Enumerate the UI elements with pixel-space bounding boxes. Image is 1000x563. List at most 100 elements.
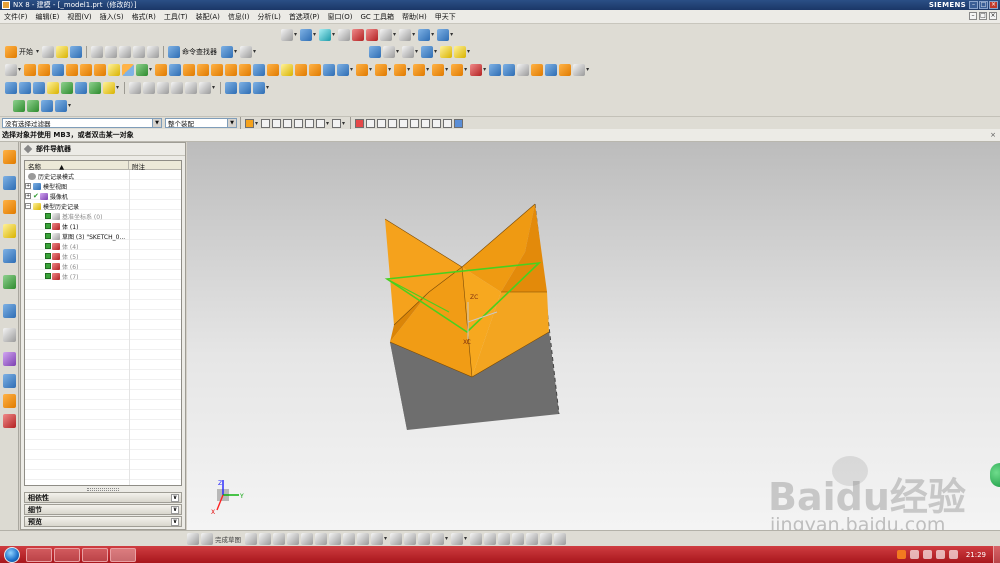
show-all-icon[interactable] <box>185 81 198 94</box>
floating-assistant-icon[interactable] <box>990 463 1000 487</box>
finish-sketch-icon[interactable] <box>201 532 213 545</box>
menu-help[interactable]: 帮助(H) <box>398 12 431 22</box>
alternate-solution-icon[interactable] <box>526 532 539 545</box>
section-icon[interactable] <box>366 28 379 41</box>
edit-parameters-icon[interactable] <box>5 81 17 94</box>
part-navigator-tab-icon[interactable] <box>3 200 16 214</box>
process-studio-tab-icon[interactable] <box>3 328 16 342</box>
blank-icon[interactable] <box>199 81 212 94</box>
surface-through-curves-icon[interactable] <box>489 63 502 76</box>
n-sided-surface-icon[interactable] <box>531 63 544 76</box>
command-finder-icon[interactable] <box>168 45 181 58</box>
wcs-icon[interactable] <box>369 45 381 58</box>
close-icon[interactable]: × <box>990 131 996 139</box>
infer-constraints-icon[interactable] <box>540 532 553 545</box>
extrude-icon[interactable] <box>24 63 37 76</box>
ruler-icon[interactable] <box>440 45 453 58</box>
reuse-library-tab-icon[interactable] <box>3 224 16 238</box>
sync-move-icon[interactable] <box>356 63 369 76</box>
background-icon[interactable] <box>380 28 393 41</box>
revolve-icon[interactable] <box>38 63 51 76</box>
checkbox-icon[interactable] <box>45 243 51 249</box>
menu-info[interactable]: 信息(I) <box>224 12 254 22</box>
minimize-icon[interactable]: – <box>969 1 978 9</box>
tree-row-sketch-3[interactable]: 草图 (3) "SKETCH_0... <box>45 231 125 241</box>
reorder-icon[interactable] <box>47 81 59 94</box>
chamfer-icon[interactable] <box>211 63 224 76</box>
menu-window[interactable]: 窗口(O) <box>324 12 357 22</box>
assembly-navigator-tab-icon[interactable] <box>3 150 16 164</box>
relations-browser-icon[interactable] <box>554 532 567 545</box>
maximize-icon[interactable]: □ <box>979 1 988 9</box>
block-icon[interactable] <box>52 63 65 76</box>
layer-icon[interactable] <box>352 28 365 41</box>
finish-sketch-button[interactable]: 完成草图 <box>215 534 241 544</box>
tree-row-body-5[interactable]: 体 (5) <box>45 251 78 261</box>
menu-analysis[interactable]: 分析(L) <box>253 12 284 22</box>
make-corner-icon[interactable] <box>418 532 431 545</box>
layer-settings-icon[interactable] <box>225 81 238 94</box>
tray-network-icon[interactable] <box>922 550 932 559</box>
pattern-icon[interactable] <box>253 63 266 76</box>
menu-file[interactable]: 文件(F) <box>0 12 32 22</box>
window-switch-icon[interactable] <box>221 45 234 58</box>
thread-icon[interactable] <box>281 63 294 76</box>
measure-distance-icon[interactable] <box>27 99 39 112</box>
cut-icon[interactable] <box>91 45 104 58</box>
move-object-icon[interactable] <box>421 45 434 58</box>
cylinder-icon[interactable] <box>66 63 79 76</box>
chevron-down-icon[interactable]: ∨ <box>171 506 179 514</box>
taskbar-browser-icon[interactable] <box>82 547 108 562</box>
menu-insert[interactable]: 插入(S) <box>96 12 128 22</box>
snap-control-point-icon[interactable] <box>388 118 398 128</box>
undo-icon[interactable] <box>133 45 146 58</box>
open-file-icon[interactable] <box>56 45 69 58</box>
menu-format[interactable]: 格式(R) <box>128 12 160 22</box>
shaded-view-icon[interactable] <box>319 28 332 41</box>
doc-close-icon[interactable]: × <box>989 12 997 20</box>
quick-extend-icon[interactable] <box>404 532 417 545</box>
sync-replace-icon[interactable] <box>413 63 426 76</box>
tray-volume-icon[interactable] <box>935 550 945 559</box>
playback-icon[interactable] <box>103 81 115 94</box>
move-to-layer-icon[interactable] <box>239 81 252 94</box>
snap-quadrant-icon[interactable] <box>421 118 431 128</box>
check-geometry-icon[interactable] <box>13 99 25 112</box>
swept-icon[interactable] <box>517 63 530 76</box>
tree-row-body-7[interactable]: 体 (7) <box>45 271 78 281</box>
fit-view-icon[interactable] <box>281 28 293 41</box>
checkbox-icon[interactable] <box>45 263 51 269</box>
shell-icon[interactable] <box>225 63 238 76</box>
menu-tools[interactable]: 工具(T) <box>160 12 192 22</box>
studio-spline-icon[interactable] <box>343 532 355 545</box>
edit-position-icon[interactable] <box>19 81 31 94</box>
pan-icon[interactable] <box>437 28 450 41</box>
orient-view-icon[interactable] <box>300 28 313 41</box>
snap-point-on-surface-icon[interactable] <box>454 118 464 128</box>
wcs-dynamic-icon[interactable] <box>383 45 395 58</box>
rectangle-select-icon[interactable] <box>332 118 342 128</box>
select-faces-icon[interactable] <box>283 118 293 128</box>
datum-plane-icon[interactable] <box>337 63 350 76</box>
profile-icon[interactable] <box>245 532 257 545</box>
sync-offset-icon[interactable] <box>394 63 407 76</box>
intersect-icon[interactable] <box>183 63 196 76</box>
tray-flag-icon[interactable] <box>948 550 958 559</box>
select-all-icon[interactable] <box>272 118 282 128</box>
show-constraints-icon[interactable] <box>498 532 511 545</box>
point-icon[interactable] <box>357 532 369 545</box>
quick-trim-icon[interactable] <box>390 532 403 545</box>
selection-tools-icon[interactable] <box>240 45 253 58</box>
snap-enable-icon[interactable] <box>355 118 365 128</box>
pin-icon[interactable] <box>23 144 33 154</box>
snap-point-on-curve-icon[interactable] <box>443 118 453 128</box>
palette-tab-icon[interactable] <box>3 414 16 428</box>
expand-icon[interactable]: + <box>25 183 31 189</box>
tree-row-datum-csys[interactable]: 基准坐标系 (0) <box>45 211 102 221</box>
selection-scope-select[interactable]: 整个装配 ▼ <box>165 118 237 128</box>
taskbar-clock[interactable]: 21:29 <box>966 551 986 559</box>
surface-mesh-icon[interactable] <box>503 63 516 76</box>
menu-assembly[interactable]: 装配(A) <box>192 12 224 22</box>
chevron-down-icon[interactable]: ▼ <box>227 119 236 127</box>
menu-view[interactable]: 视图(V) <box>63 12 95 22</box>
